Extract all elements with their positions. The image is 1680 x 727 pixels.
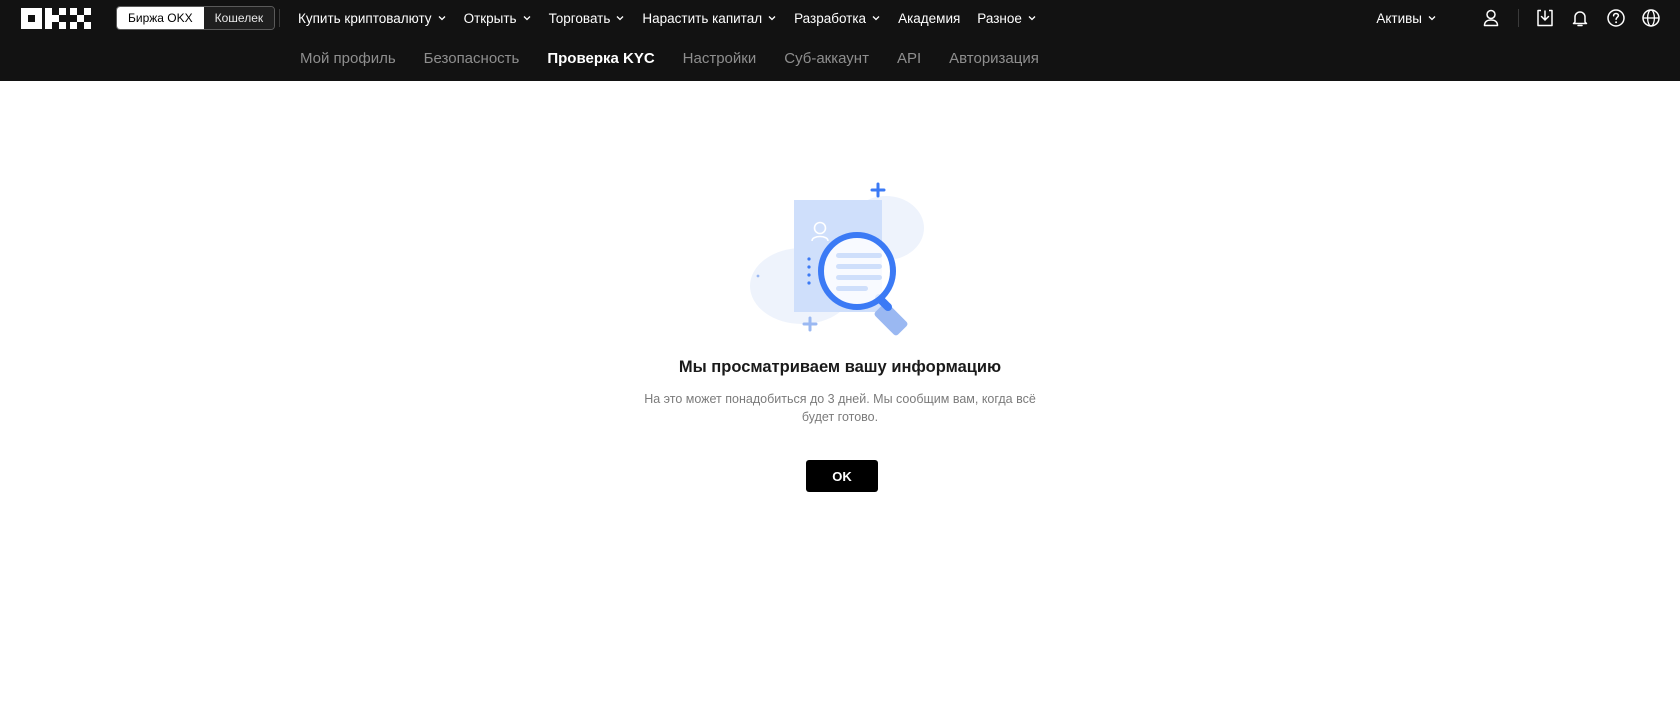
account-subnav: Мой профиль Безопасность Проверка KYC На… (300, 50, 1067, 67)
chevron-down-icon (768, 16, 776, 21)
chevron-down-icon (438, 16, 446, 21)
nav-academy[interactable]: Академия (898, 11, 960, 26)
status-description: На это может понадобиться до 3 дней. Мы … (644, 392, 1036, 424)
globe-icon[interactable] (1641, 8, 1661, 28)
nav-label: Торговать (548, 10, 611, 26)
nav-discover[interactable]: Открыть (464, 11, 532, 26)
nav-grow[interactable]: Нарастить капитал (642, 11, 777, 26)
subnav-settings[interactable]: Настройки (683, 50, 757, 67)
nav-label: Открыть (463, 10, 517, 26)
top-bar: Биржа OKX Кошелек Купить криптовалюту От… (0, 0, 1680, 81)
chevron-down-icon (616, 16, 624, 21)
user-icon[interactable] (1481, 8, 1501, 28)
subnav-profile[interactable]: Мой профиль (300, 50, 396, 67)
assets-label: Активы (1376, 10, 1422, 26)
nav-trade[interactable]: Торговать (549, 11, 626, 26)
nav-label: Нарастить капитал (642, 10, 763, 26)
nav-label: Разработка (794, 10, 867, 26)
chevron-down-icon (1428, 16, 1436, 21)
nav-label: Разное (977, 10, 1022, 26)
chevron-down-icon (523, 16, 531, 21)
assets-menu[interactable]: Активы (1376, 0, 1437, 36)
product-switch: Биржа OKX Кошелек (116, 6, 276, 30)
subnav-subaccount[interactable]: Суб-аккаунт (784, 50, 869, 67)
wallet-tab[interactable]: Кошелек (203, 7, 275, 29)
nav-more[interactable]: Разное (977, 11, 1037, 26)
nav-label: Академия (898, 10, 961, 26)
reviewing-illustration (750, 182, 924, 336)
ok-button[interactable]: OK (806, 460, 878, 492)
subnav-authorization[interactable]: Авторизация (949, 50, 1039, 67)
okx-logo[interactable] (21, 8, 91, 29)
nav-label: Купить криптовалюту (298, 10, 432, 26)
download-icon[interactable] (1535, 8, 1555, 28)
subnav-security[interactable]: Безопасность (424, 50, 520, 67)
exchange-tab[interactable]: Биржа OKX (117, 7, 204, 29)
nav-buy-crypto[interactable]: Купить криптовалюту (298, 11, 447, 26)
status-title: Мы просматриваем вашу информацию (678, 358, 1002, 376)
nav-divider (279, 9, 280, 27)
nav-build[interactable]: Разработка (794, 11, 881, 26)
help-icon[interactable] (1606, 8, 1626, 28)
main-nav: Купить криптовалюту Открыть Торговать На… (298, 0, 1054, 36)
subnav-api[interactable]: API (897, 50, 921, 67)
chevron-down-icon (872, 16, 880, 21)
subnav-kyc[interactable]: Проверка KYC (547, 50, 654, 67)
chevron-down-icon (1028, 16, 1036, 21)
bell-icon[interactable] (1570, 8, 1590, 28)
icons-divider (1518, 9, 1519, 27)
